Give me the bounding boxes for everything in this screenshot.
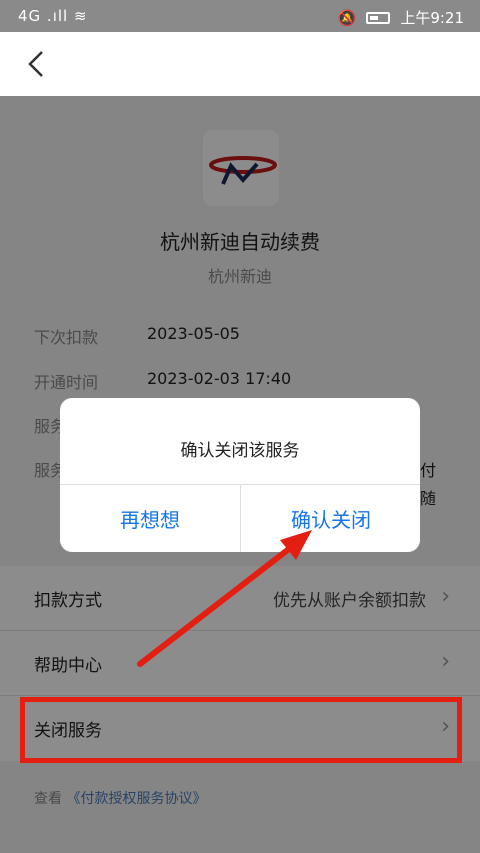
dialog-message: 确认关闭该服务 xyxy=(180,441,300,461)
status-right: 🔕 上午9:21 xyxy=(338,7,464,28)
highlight-box xyxy=(20,697,462,763)
mute-icon: 🔕 xyxy=(337,8,357,27)
back-chevron-icon[interactable] xyxy=(18,46,54,82)
confirm-close-button[interactable]: 确认关闭 xyxy=(241,485,420,552)
status-time: 上午9:21 xyxy=(400,9,464,27)
battery-icon xyxy=(366,11,391,24)
cancel-button[interactable]: 再想想 xyxy=(60,485,240,552)
confirm-dialog: 确认关闭该服务 再想想 确认关闭 xyxy=(60,398,420,552)
status-bar: 4G .ıll ≋ 🔕 上午9:21 xyxy=(0,0,480,32)
nav-bar xyxy=(0,32,480,96)
signal-wifi-icons: 4G .ıll ≋ xyxy=(18,7,88,25)
